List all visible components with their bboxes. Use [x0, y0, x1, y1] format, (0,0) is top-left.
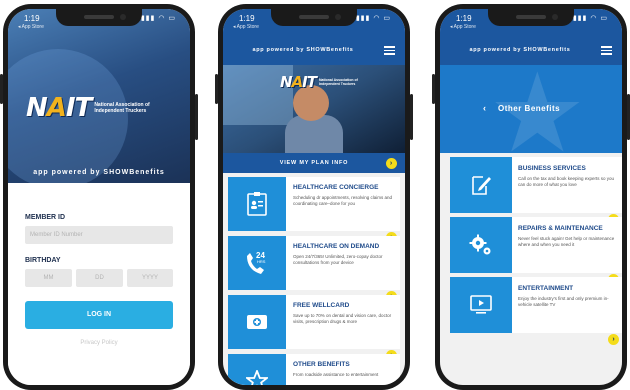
- benefits-screen: 1:19 ◂ App Store ▮▮▮ ◠ ▭ app powered by …: [440, 9, 622, 385]
- card-description: Call on the tax and book keeping experts…: [518, 176, 615, 187]
- card-entertainment[interactable]: ENTERTAINMENT Enjoy the industry's first…: [450, 277, 622, 345]
- privacy-policy-link[interactable]: Privacy Policy: [8, 340, 190, 346]
- hamburger-menu-icon[interactable]: [384, 46, 395, 55]
- phone-24hrs-icon: 24 HRS: [247, 251, 266, 274]
- gears-icon: [469, 234, 491, 255]
- card-repairs-maintenance[interactable]: REPAIRS & MAINTENANCE Never feel stuck a…: [450, 217, 622, 285]
- card-other-benefits[interactable]: OTHER BENEFITS From roadside assistance …: [228, 354, 400, 385]
- chevron-right-icon[interactable]: ›: [386, 158, 397, 169]
- phone-home: 1:19 ◂ App Store ▮▮▮ ◠ ▭ app powered by …: [215, 4, 413, 390]
- hamburger-menu-icon[interactable]: [601, 46, 612, 55]
- status-time: 1:19: [456, 14, 472, 23]
- member-id-label: MEMBER ID: [25, 214, 66, 221]
- document-pen-icon: [472, 176, 491, 195]
- chevron-right-icon[interactable]: ›: [608, 334, 619, 345]
- back-to-app-store[interactable]: ◂ App Store: [450, 24, 476, 30]
- phone-notch: [271, 9, 357, 26]
- nait-logo: NAIT National Association of Independent…: [26, 93, 150, 123]
- back-to-app-store[interactable]: ◂ App Store: [233, 24, 259, 30]
- login-button[interactable]: LOG IN: [25, 301, 173, 329]
- birthday-day-input[interactable]: DD: [76, 269, 123, 287]
- card-title: REPAIRS & MAINTENANCE: [518, 225, 603, 232]
- card-icon-box: 24 HRS: [228, 236, 286, 290]
- card-title: BUSINESS SERVICES: [518, 165, 586, 172]
- card-healthcare-on-demand[interactable]: 24 HRS HEALTHCARE ON DEMAND Open 24/7/36…: [228, 236, 400, 302]
- card-icon-box: [450, 277, 512, 333]
- status-time: 1:19: [24, 14, 40, 23]
- id-card-icon: [247, 192, 267, 216]
- back-to-app-store[interactable]: ◂ App Store: [18, 24, 44, 30]
- card-business-services[interactable]: BUSINESS SERVICES Call on the tax and bo…: [450, 157, 622, 225]
- org-name-line2: Independent Truckers: [319, 82, 356, 86]
- stage: 1:19 ◂ App Store ▮▮▮ ◠ ▭ NAIT National A…: [0, 0, 630, 390]
- signal-wifi-battery-icon: ▮▮▮ ◠ ▭: [140, 15, 176, 22]
- card-icon-box: [450, 217, 512, 273]
- status-time: 1:19: [239, 14, 255, 23]
- card-title: FREE WELLCARD: [293, 302, 350, 309]
- card-description: Enjoy the industry's first and only prem…: [518, 296, 609, 307]
- back-chevron-icon[interactable]: ‹: [483, 103, 486, 113]
- card-description: Save up to 70% on dental and vision care…: [293, 313, 392, 324]
- powered-by-label: app powered by SHOWBenefits: [469, 47, 571, 53]
- powered-by-label: app powered by SHOWBenefits: [33, 169, 165, 176]
- nait-logo: NAIT National Association of Independent…: [280, 73, 358, 91]
- view-plan-info-label: VIEW MY PLAN INFO: [279, 160, 349, 166]
- view-plan-info-bar[interactable]: VIEW MY PLAN INFO ›: [223, 153, 405, 173]
- card-title: ENTERTAINMENT: [518, 285, 574, 292]
- card-title: HEALTHCARE CONCIERGE: [293, 184, 379, 191]
- card-icon-box: [228, 295, 286, 349]
- birthday-month-input[interactable]: MM: [25, 269, 72, 287]
- card-healthcare-concierge[interactable]: HEALTHCARE CONCIERGE Scheduling dr appoi…: [228, 177, 400, 243]
- benefits-header: ★ ‹ Other Benefits: [440, 65, 622, 153]
- icon-hrs-text: HRS: [257, 259, 266, 264]
- phone-notch: [56, 9, 142, 26]
- login-hero: NAIT National Association of Independent…: [8, 9, 190, 189]
- phone-login: 1:19 ◂ App Store ▮▮▮ ◠ ▭ NAIT National A…: [0, 4, 198, 390]
- card-description: Scheduling dr appointments, resolving cl…: [293, 195, 393, 206]
- card-icon-box: [228, 354, 286, 385]
- birthday-label: BIRTHDAY: [25, 257, 61, 264]
- card-title: HEALTHCARE ON DEMAND: [293, 243, 380, 250]
- card-icon-box: [450, 157, 512, 213]
- play-screen-icon: [470, 295, 492, 314]
- signal-wifi-battery-icon: ▮▮▮ ◠ ▭: [572, 15, 608, 22]
- signal-wifi-battery-icon: ▮▮▮ ◠ ▭: [355, 15, 391, 22]
- card-title: OTHER BENEFITS: [293, 361, 350, 368]
- org-name-line2: Independent Truckers: [94, 108, 147, 114]
- member-id-input[interactable]: Member ID Number: [25, 226, 173, 244]
- birthday-year-input[interactable]: YYYY: [127, 269, 173, 287]
- phone-notch: [488, 9, 574, 26]
- login-screen: 1:19 ◂ App Store ▮▮▮ ◠ ▭ NAIT National A…: [8, 9, 190, 385]
- medical-card-icon: [247, 315, 267, 329]
- phone-other-benefits: 1:19 ◂ App Store ▮▮▮ ◠ ▭ app powered by …: [432, 4, 630, 390]
- card-description: Open 24/7/365! Unlimited, zero-copay doc…: [293, 254, 383, 265]
- card-icon-box: [228, 177, 286, 231]
- page-title: Other Benefits: [498, 104, 561, 113]
- powered-by-label: app powered by SHOWBenefits: [252, 47, 354, 53]
- home-screen: 1:19 ◂ App Store ▮▮▮ ◠ ▭ app powered by …: [223, 9, 405, 385]
- home-hero-image: NAIT National Association of Independent…: [223, 65, 405, 153]
- star-icon: [246, 370, 268, 385]
- card-free-wellcard[interactable]: FREE WELLCARD Save up to 70% on dental a…: [228, 295, 400, 361]
- card-description: Never feel stuck again! Get help or main…: [518, 236, 615, 247]
- card-description: From roadside assistance to entertainmen…: [293, 372, 379, 377]
